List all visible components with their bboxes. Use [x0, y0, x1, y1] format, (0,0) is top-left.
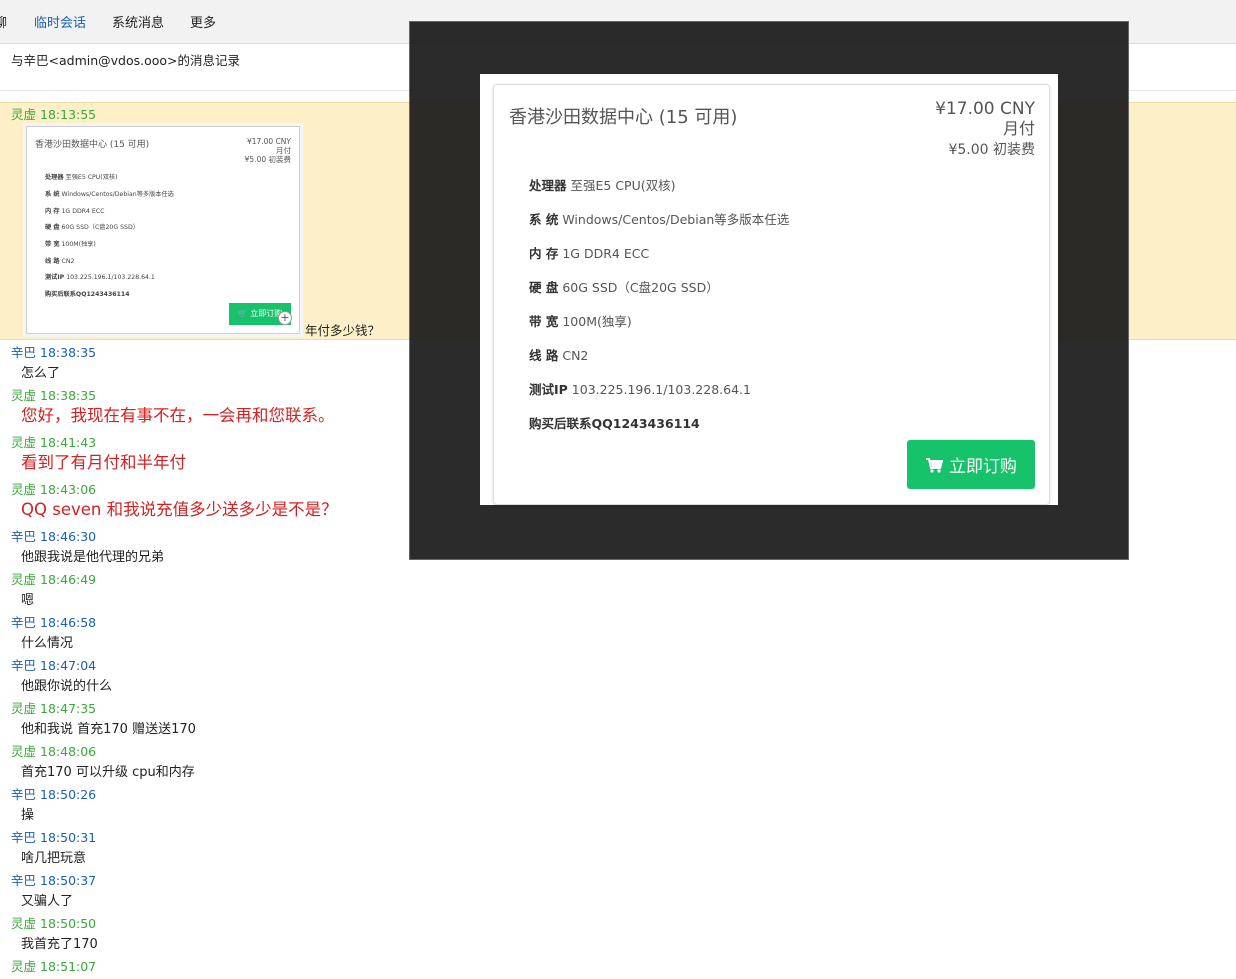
- message-meta: 灵虚 18:51:07: [11, 956, 96, 975]
- spec-disk: 硬 盘 60G SSD（C盘20G SSD）: [529, 280, 719, 295]
- message-text: 又骗人了: [21, 894, 74, 909]
- message-time: 18:47:35: [40, 701, 97, 716]
- message-text: 首充170 可以升级 cpu和内存: [21, 765, 195, 780]
- image-preview-overlay[interactable]: 香港沙田数据中心 (15 可用) ¥17.00 CNY 月付 ¥5.00 初装费…: [409, 21, 1129, 560]
- message-text: 我首充了170: [21, 937, 98, 952]
- thumb-spec: 线 路 CN2: [45, 258, 75, 265]
- message-text: 他和我说 首充170 赠送送170: [21, 722, 196, 737]
- message-time: 18:50:37: [40, 873, 97, 888]
- price-amount: ¥17.00 CNY: [935, 99, 1035, 119]
- product-title: 香港沙田数据中心 (15 可用): [509, 107, 738, 128]
- message-meta: 灵虚 18:13:55: [11, 104, 96, 123]
- message-time: 18:13:55: [40, 107, 97, 122]
- thumb-spec: 测试IP 103.225.196.1/103.228.64.1: [45, 274, 155, 281]
- message-text: 操: [21, 808, 35, 823]
- spec-os: 系 统 Windows/Centos/Debian等多版本任选: [529, 212, 790, 227]
- thumb-price-period: 月付: [276, 146, 291, 155]
- message-text: 他跟你说的什么: [21, 679, 113, 694]
- message-sender: 灵虚: [11, 744, 37, 759]
- spec-contact: 购买后联系QQ1243436114: [529, 416, 700, 431]
- price-period: 月付: [1002, 119, 1035, 138]
- message-time: 18:50:31: [40, 830, 97, 845]
- product-card: 香港沙田数据中心 (15 可用) ¥17.00 CNY 月付 ¥5.00 初装费…: [493, 84, 1050, 505]
- thumb-setup-fee: ¥5.00 初装费: [244, 155, 291, 164]
- message-sender: 灵虚: [11, 388, 37, 403]
- message-meta: 辛巴 18:47:04: [11, 655, 96, 674]
- spec-bandwidth: 带 宽 100M(独享): [529, 314, 632, 329]
- message-sender: 辛巴: [11, 658, 37, 673]
- auto-reply-text: 您好，我现在有事不在，一会再和您联系。: [21, 406, 335, 425]
- buy-now-label: 立即订购: [949, 457, 1017, 476]
- message-meta: 辛巴 18:46:30: [11, 526, 96, 545]
- product-image-thumbnail[interactable]: 香港沙田数据中心 (15 可用) ¥17.00 CNY 月付 ¥5.00 初装费…: [26, 126, 300, 334]
- message-meta: 灵虚 18:47:35: [11, 698, 96, 717]
- tab-temp-session[interactable]: 临时会话: [34, 12, 86, 31]
- spec-cpu: 处理器 至强E5 CPU(双核): [529, 178, 676, 193]
- message-text: 嗯: [21, 593, 35, 608]
- message-meta: 辛巴 18:50:31: [11, 827, 96, 846]
- message-meta: 辛巴 18:50:37: [11, 870, 96, 889]
- tab-chat[interactable]: 聊: [0, 12, 7, 31]
- zoom-plus-icon[interactable]: +: [278, 311, 292, 325]
- message-sender: 辛巴: [11, 345, 37, 360]
- tab-system-messages[interactable]: 系统消息: [112, 12, 164, 31]
- message-sender: 灵虚: [11, 959, 37, 974]
- message-sender: 灵虚: [11, 482, 37, 497]
- message-time: 18:41:43: [40, 435, 97, 450]
- thumb-title: 香港沙田数据中心 (15 可用): [35, 140, 150, 150]
- message-time: 18:38:35: [40, 345, 97, 360]
- thumb-spec: 处理器 至强E5 CPU(双核): [45, 174, 118, 181]
- message-meta: 灵虚 18:46:49: [11, 569, 96, 588]
- thumb-spec: 内 存 1G DDR4 ECC: [45, 208, 105, 215]
- spec-test-ip: 测试IP 103.225.196.1/103.228.64.1: [529, 382, 751, 397]
- message-sender: 灵虚: [11, 701, 37, 716]
- message-time: 18:46:30: [40, 529, 97, 544]
- message-sender: 灵虚: [11, 572, 37, 587]
- message-time: 18:46:49: [40, 572, 97, 587]
- message-text: 年付多少钱？: [305, 323, 381, 338]
- spec-memory: 内 存 1G DDR4 ECC: [529, 246, 650, 261]
- tab-more[interactable]: 更多: [190, 12, 216, 31]
- spec-line: 线 路 CN2: [529, 348, 589, 363]
- message-sender: 辛巴: [11, 830, 37, 845]
- message-time: 18:38:35: [40, 388, 97, 403]
- message-log-title: 与辛巴<admin@vdos.ooo>的消息记录: [11, 53, 241, 68]
- message-time: 18:46:58: [40, 615, 97, 630]
- thumb-price: ¥17.00 CNY 月付 ¥5.00 初装费: [245, 137, 291, 164]
- message-sender: 辛巴: [11, 529, 37, 544]
- message-sender: 灵虚: [11, 916, 37, 931]
- message-sender: 辛巴: [11, 873, 37, 888]
- cart-icon: [926, 457, 943, 473]
- auto-reply-text: QQ seven 和我说充值多少送多少是不是？: [21, 500, 338, 519]
- message-text: 什么情况: [21, 636, 74, 651]
- message-meta: 灵虚 18:50:50: [11, 913, 96, 932]
- buy-now-button[interactable]: 立即订购: [907, 440, 1035, 489]
- message-text: 他跟我说是他代理的兄弟: [21, 550, 165, 565]
- message-time: 18:50:50: [40, 916, 97, 931]
- message-sender: 辛巴: [11, 615, 37, 630]
- message-time: 18:50:26: [40, 787, 97, 802]
- thumb-spec: 带 宽 100M(独享): [45, 241, 96, 248]
- message-meta: 辛巴 18:50:26: [11, 784, 96, 803]
- thumb-spec: 系 统 Windows/Centos/Debian等多版本任选: [45, 191, 174, 198]
- thumb-price-amount: ¥17.00 CNY: [246, 137, 291, 146]
- message-meta: 辛巴 18:38:35: [11, 342, 96, 361]
- message-text: 怎么了: [21, 366, 61, 381]
- image-preview: 香港沙田数据中心 (15 可用) ¥17.00 CNY 月付 ¥5.00 初装费…: [480, 74, 1058, 505]
- message-sender: 灵虚: [11, 107, 37, 122]
- thumb-spec: 购买后联系QQ1243436114: [45, 291, 130, 298]
- message-time: 18:47:04: [40, 658, 97, 673]
- product-price: ¥17.00 CNY 月付 ¥5.00 初装费: [935, 99, 1035, 161]
- message-text: 啥几把玩意: [21, 851, 87, 866]
- message-time: 18:48:06: [40, 744, 97, 759]
- message-meta: 灵虚 18:48:06: [11, 741, 96, 760]
- setup-fee: ¥5.00 初装费: [948, 142, 1035, 158]
- message-time: 18:43:06: [40, 482, 97, 497]
- message-meta: 辛巴 18:46:58: [11, 612, 96, 631]
- auto-reply-text: 看到了有月付和半年付: [21, 453, 186, 472]
- message-time: 18:51:07: [40, 959, 97, 974]
- message-sender: 辛巴: [11, 787, 37, 802]
- thumb-spec: 硬 盘 60G SSD（C盘20G SSD）: [45, 224, 139, 231]
- message-sender: 灵虚: [11, 435, 37, 450]
